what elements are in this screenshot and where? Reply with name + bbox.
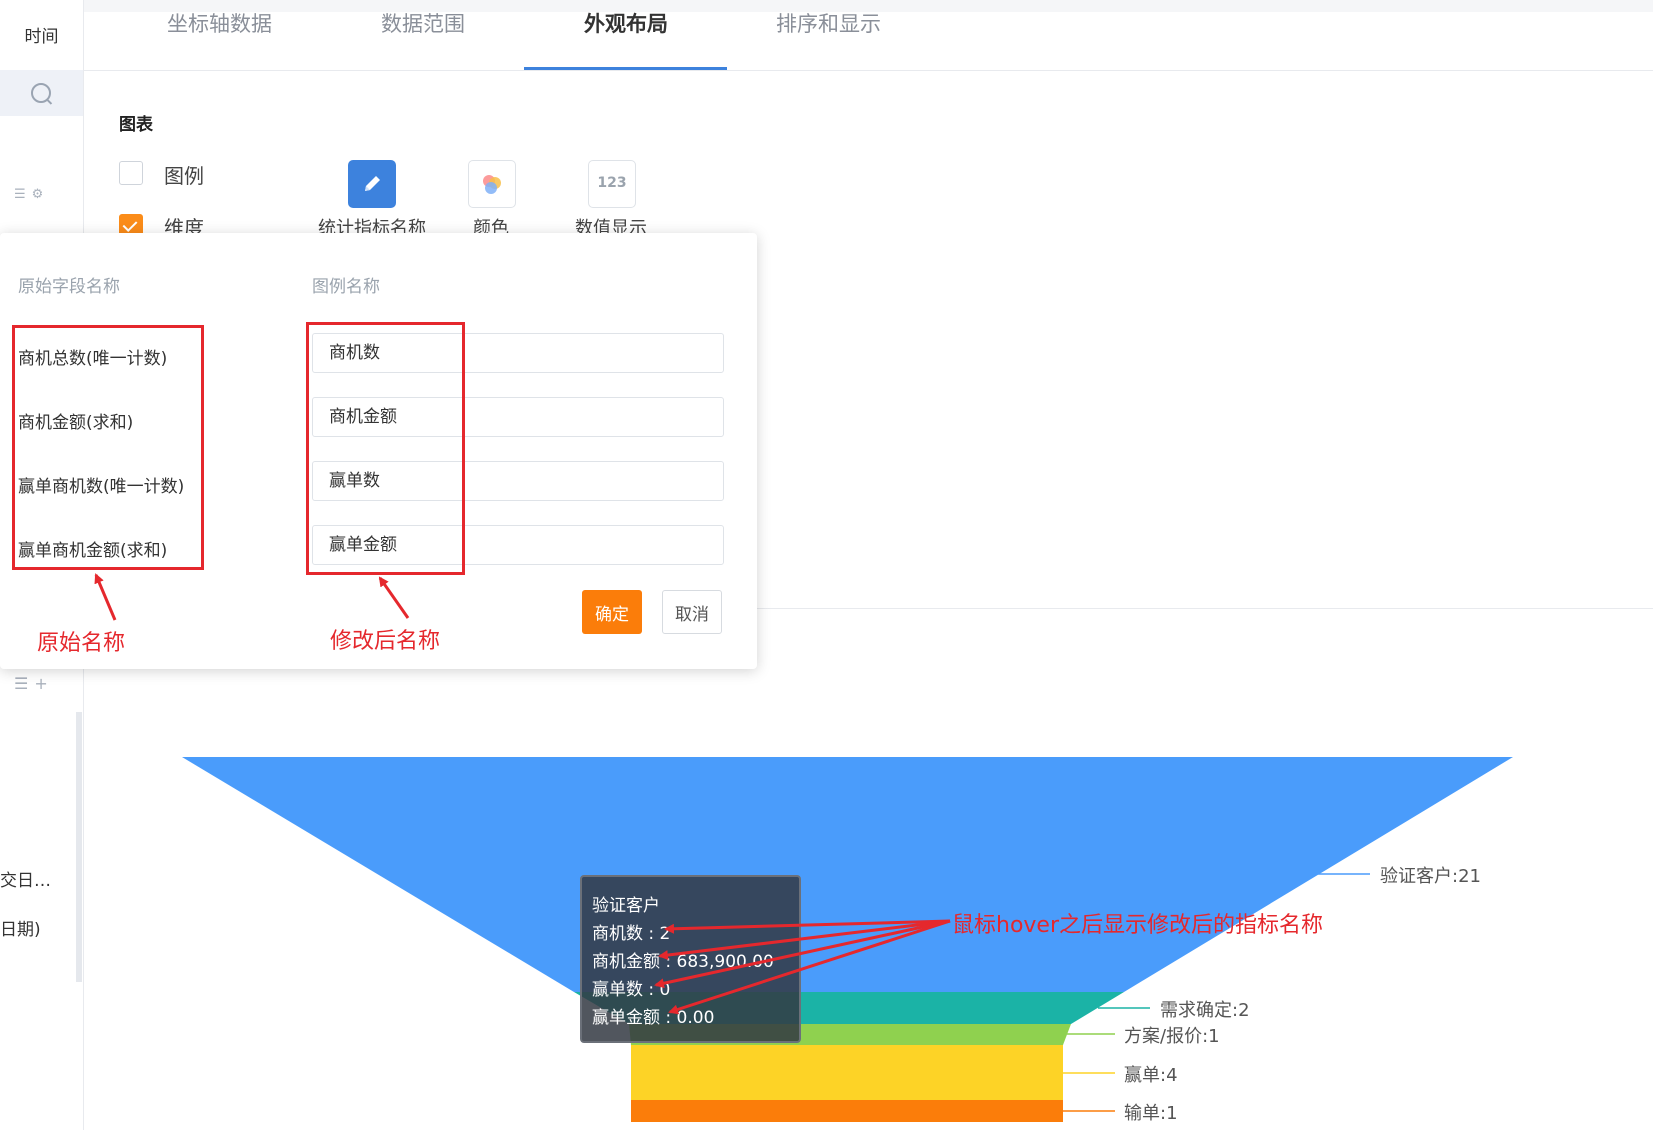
- arrow-hover: [668, 919, 951, 1015]
- annotation-hover-note: 鼠标hover之后显示修改后的指标名称: [952, 913, 1324, 938]
- annotation-modified-name: 修改后名称: [330, 629, 441, 654]
- annotation-arrows: [94, 573, 951, 1015]
- arrow-original: [94, 573, 117, 621]
- arrow-hover: [654, 919, 951, 989]
- arrow-modified: [378, 576, 410, 619]
- annotation-original-name: 原始名称: [37, 631, 126, 656]
